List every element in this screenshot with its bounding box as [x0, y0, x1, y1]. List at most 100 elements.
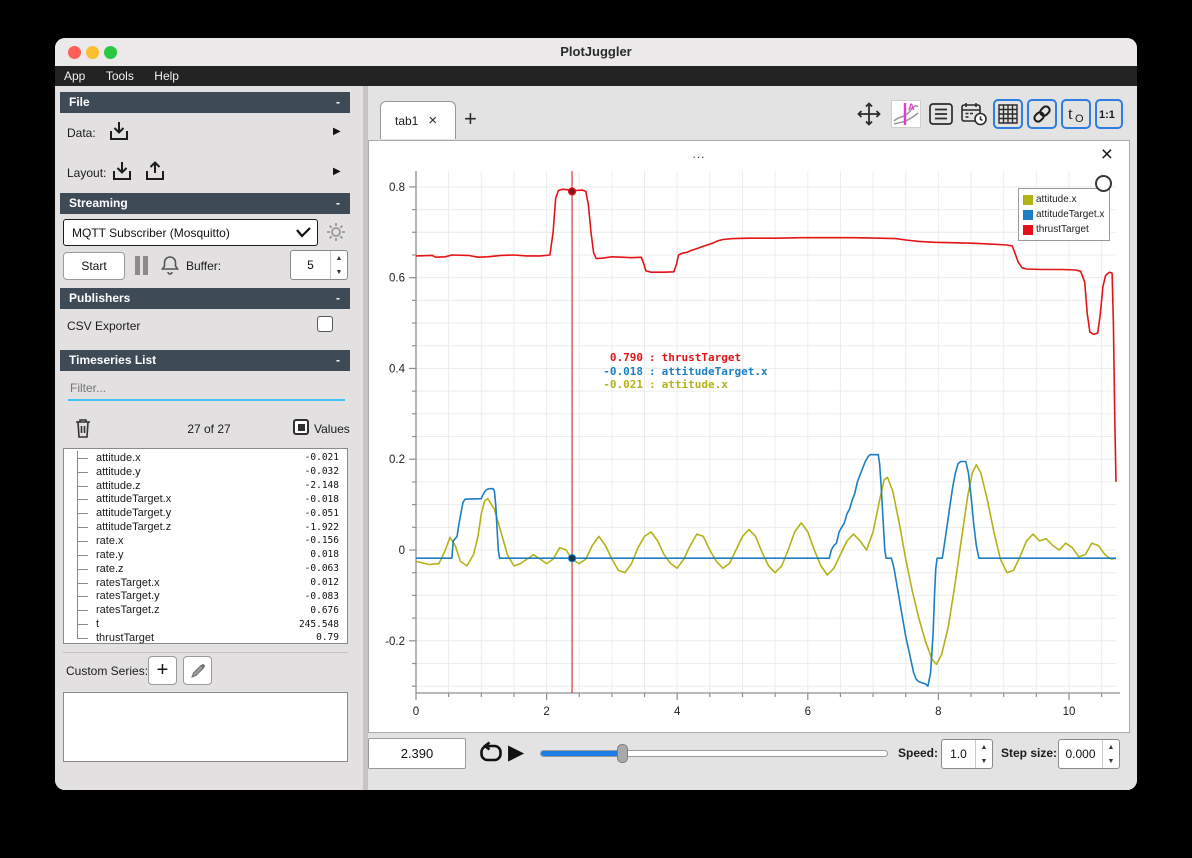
timeseries-row[interactable]: attitude.z -2.148 — [64, 478, 347, 493]
legend-entry[interactable]: thrustTarget — [1023, 222, 1105, 237]
filter-input[interactable] — [68, 378, 349, 398]
tree-branch — [77, 568, 88, 570]
spin-up-icon[interactable]: ▲ — [331, 251, 347, 265]
legend-label: thrustTarget — [1036, 224, 1089, 235]
legend-toggle-move-icon[interactable] — [855, 100, 883, 128]
plot-canvas[interactable]: 0 2 4 6 8 10 -0.2 0 0.2 0.4 0.6 0.8 — [369, 141, 1129, 732]
grid-view-button[interactable] — [993, 99, 1023, 129]
load-layout-icon[interactable] — [110, 159, 134, 183]
timeseries-row[interactable]: attitudeTarget.x -0.018 — [64, 492, 347, 507]
play-button[interactable]: ▶ — [508, 740, 524, 765]
crosshair-readout: 0.790 : thrustTarget -0.018 : attitudeTa… — [597, 351, 767, 392]
legend-entry[interactable]: attitude.x — [1023, 192, 1105, 207]
custom-series-list[interactable] — [63, 692, 348, 762]
timeseries-row[interactable]: ratesTarget.z 0.676 — [64, 603, 347, 618]
streaming-settings-gear-icon[interactable] — [325, 221, 347, 243]
spin-up-icon[interactable]: ▲ — [1103, 740, 1119, 754]
time-offset-button[interactable]: t O — [1061, 99, 1091, 129]
file-section-label: File — [69, 95, 90, 109]
spin-down-icon[interactable]: ▼ — [331, 265, 347, 279]
timeseries-row[interactable]: rate.y 0.018 — [64, 547, 347, 562]
tree-branch — [77, 513, 88, 515]
plot-legend[interactable]: attitude.x attitudeTarget.x thrustTarget — [1018, 188, 1110, 241]
timeseries-row[interactable]: rate.x -0.156 — [64, 534, 347, 548]
menu-tools[interactable]: Tools — [106, 66, 134, 86]
plot-close-icon[interactable]: × — [1101, 143, 1113, 167]
tree-branch — [77, 610, 88, 612]
timeseries-row[interactable]: attitude.y -0.032 — [64, 464, 347, 479]
plot-title[interactable]: ... — [369, 147, 1029, 161]
add-tab-button[interactable]: + — [464, 106, 477, 132]
csv-exporter-checkbox[interactable] — [317, 316, 333, 332]
custom-series-label: Custom Series: — [66, 664, 149, 678]
current-time-field[interactable]: 2.390 — [368, 738, 466, 769]
tree-branch — [77, 630, 78, 638]
menu-app[interactable]: App — [64, 66, 85, 86]
values-checkbox-mark — [297, 423, 305, 431]
timeseries-section-header[interactable]: Timeseries List - — [60, 350, 350, 371]
tab-tab1[interactable]: tab1 × — [380, 101, 456, 139]
collapse-icon[interactable]: - — [336, 193, 340, 214]
tab-close-icon[interactable]: × — [428, 112, 437, 129]
legend-label: attitudeTarget.x — [1036, 209, 1105, 220]
timeseries-row[interactable]: attitudeTarget.z -1.922 — [64, 520, 347, 535]
load-data-icon[interactable] — [107, 119, 131, 143]
svg-text:A: A — [908, 102, 915, 112]
spin-down-icon[interactable]: ▼ — [976, 754, 992, 768]
notifications-bell-icon[interactable] — [158, 253, 182, 277]
curve-style-icon[interactable]: A — [891, 100, 921, 128]
values-label: Values — [314, 422, 350, 436]
seek-slider-handle[interactable] — [616, 744, 628, 763]
legend-entry[interactable]: attitudeTarget.x — [1023, 207, 1105, 222]
zoom-reset-handle[interactable] — [1095, 175, 1112, 192]
link-axes-button[interactable] — [1027, 99, 1057, 129]
collapse-icon[interactable]: - — [336, 92, 340, 113]
svg-text:t: t — [1068, 104, 1073, 123]
timeseries-row[interactable]: attitude.x -0.021 — [64, 451, 347, 465]
timeseries-list[interactable]: attitude.x -0.021 attitude.y -0.032 attitu… — [63, 448, 348, 644]
timeseries-row[interactable]: attitudeTarget.y -0.051 — [64, 506, 347, 521]
add-custom-series-button[interactable]: + — [148, 656, 177, 685]
streaming-section-header[interactable]: Streaming - — [60, 193, 350, 214]
tree-branch — [77, 485, 88, 487]
publishers-section-header[interactable]: Publishers - — [60, 288, 350, 309]
values-checkbox[interactable] — [293, 419, 309, 435]
seek-slider[interactable] — [540, 750, 888, 757]
timeseries-row[interactable]: thrustTarget 0.79 — [64, 630, 347, 645]
data-menu-arrow-icon[interactable]: ▶ — [333, 126, 341, 137]
datetime-toggle-icon[interactable] — [959, 100, 989, 128]
sidebar: File - Data: ▶ Layout: ▶ Streaming - MQT… — [55, 86, 363, 790]
svg-text:10: 10 — [1063, 706, 1076, 718]
layout-menu-arrow-icon[interactable]: ▶ — [333, 166, 341, 177]
screenshot-stage: PlotJuggler App Tools Help File - Data: … — [0, 0, 1192, 858]
timeseries-row[interactable]: ratesTarget.x 0.012 — [64, 575, 347, 590]
save-layout-icon[interactable] — [143, 159, 167, 183]
timeseries-row[interactable]: rate.z -0.063 — [64, 561, 347, 576]
step-size-spinner[interactable]: 0.000 ▲ ▼ — [1058, 739, 1120, 769]
svg-text:0.4: 0.4 — [389, 363, 406, 375]
ratio-1-1-button[interactable]: 1:1 — [1095, 99, 1123, 129]
step-size-label: Step size: — [1001, 746, 1058, 760]
collapse-icon[interactable]: - — [336, 288, 340, 309]
loop-icon[interactable] — [477, 740, 505, 768]
timeseries-row[interactable]: ratesTarget.y -0.083 — [64, 589, 347, 604]
streaming-source-select[interactable]: MQTT Subscriber (Mosquitto) — [63, 219, 318, 246]
spin-down-icon[interactable]: ▼ — [1103, 754, 1119, 768]
buffer-spinner[interactable]: 5 ▲ ▼ — [290, 250, 348, 280]
window-title: PlotJuggler — [560, 44, 632, 59]
file-section-header[interactable]: File - — [60, 92, 350, 113]
edit-custom-series-button[interactable] — [183, 656, 212, 685]
start-button[interactable]: Start — [63, 252, 125, 280]
tree-branch — [77, 624, 88, 626]
speed-spinner[interactable]: 1.0 ▲ ▼ — [941, 739, 993, 769]
svg-text:0.6: 0.6 — [389, 273, 405, 285]
spin-up-icon[interactable]: ▲ — [976, 740, 992, 754]
collapse-icon[interactable]: - — [336, 350, 340, 371]
streaming-source-value: MQTT Subscriber (Mosquitto) — [72, 225, 230, 240]
tree-branch — [77, 540, 88, 542]
svg-text:8: 8 — [935, 706, 941, 718]
menu-help[interactable]: Help — [154, 66, 179, 86]
curve-list-icon[interactable] — [927, 100, 955, 128]
timeseries-row[interactable]: t 245.548 — [64, 617, 347, 631]
data-label: Data: — [67, 126, 96, 140]
